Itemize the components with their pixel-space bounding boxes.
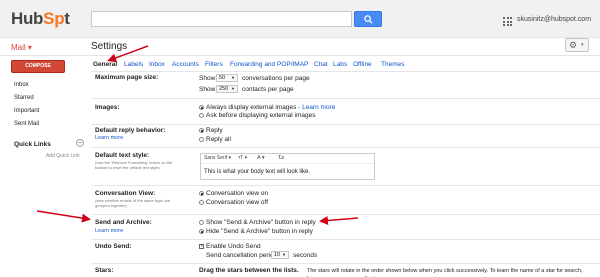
reply-label: Reply [206,127,223,134]
stars-description: The stars will rotate in the order shown… [307,268,583,277]
show-send-archive-radio[interactable] [199,220,204,225]
show-label: Show [199,75,216,82]
search-button[interactable] [354,11,382,27]
tab-general[interactable]: General [93,61,117,68]
search-icon [364,15,373,24]
conversation-view-off-radio[interactable] [199,200,204,205]
sidebar-item-important[interactable]: Important [14,108,39,114]
max-page-size-label: Maximum page size: [95,74,159,81]
stars-instructions: Drag the stars between the lists. [199,267,299,274]
row-divider [91,263,600,264]
add-quick-link[interactable]: Add Quick Link [46,153,80,159]
arrow-to-show-send-archive-option [319,216,359,225]
text-color-icon[interactable]: A ▾ [257,155,265,161]
top-bar: HubSpt skusinitz@hubspot.com [0,0,600,38]
tab-accounts[interactable]: Accounts [172,61,199,68]
tab-labs[interactable]: Labs [333,61,347,68]
account-email[interactable]: skusinitz@hubspot.com [517,16,591,23]
remove-formatting-icon[interactable]: T̶x [278,155,284,161]
tab-forwarding[interactable]: Forwarding and POP/IMAP [230,61,308,68]
conversations-per-page-text: conversations per page [242,75,310,82]
always-display-images-radio[interactable] [199,105,204,110]
seconds-label: seconds [293,252,318,259]
row-divider [91,71,600,72]
undo-send-label: Undo Send: [95,243,132,250]
sidebar-item-inbox[interactable]: Inbox [14,82,29,88]
sidebar-item-starred[interactable]: Starred [14,95,34,101]
conversation-view-label: Conversation View: [95,190,156,197]
text-style-label: Default text style: [95,152,150,159]
row-divider [91,98,600,99]
always-display-images-label: Always display external images - Learn m… [206,104,336,111]
tab-chat[interactable]: Chat [314,61,328,68]
editor-toolbar: Sans Serif ▾ тT ▾ A ▾ T̶x [201,154,374,164]
quick-links-label: Quick Links [14,141,51,148]
conversation-view-on-radio[interactable] [199,191,204,196]
reply-behavior-label: Default reply behavior: [95,127,166,134]
tab-themes[interactable]: Themes [381,61,404,68]
header-divider [0,55,600,56]
settings-gear-button[interactable]: ⚙ ▾ [565,38,589,52]
enable-undo-send-checkbox[interactable] [199,243,204,249]
compose-button[interactable]: COMPOSE [11,60,65,73]
editor-preview-text: This is what your body text will look li… [204,169,311,175]
conversation-view-note: (sets whether emails of the same topic a… [95,198,171,208]
hubspot-logo[interactable]: HubSpt [11,9,70,29]
search-input[interactable] [91,11,352,27]
row-divider [91,239,600,240]
mail-dropdown[interactable]: Mail ▾ [11,43,32,52]
enable-undo-send-label: Enable Undo Send [206,243,261,250]
reply-all-label: Reply all [206,136,231,143]
row-divider [91,147,600,148]
contacts-per-page-text: contacts per page [242,86,294,93]
apps-grid-icon[interactable] [503,17,512,26]
tab-offline[interactable]: Offline [353,61,372,68]
sidebar-item-sent-mail[interactable]: Sent Mail [14,121,39,127]
quick-links-collapse-button[interactable]: – [76,139,84,147]
page-title: Settings [91,41,128,52]
font-size-icon[interactable]: тT ▾ [238,155,247,161]
conversation-view-off-label: Conversation view off [206,199,269,206]
stars-label: Stars: [95,267,114,274]
text-style-note: (Use the 'Remove Formatting' button on t… [95,160,173,170]
cancellation-period-select[interactable]: 10 ▼ [271,251,289,259]
reply-all-radio[interactable] [199,137,204,142]
tab-inbox[interactable]: Inbox [149,61,165,68]
show-label: Show [199,86,216,93]
show-send-archive-label: Show "Send & Archive" button in reply [206,219,316,226]
images-learn-more-link[interactable]: - Learn more [298,104,335,111]
row-divider [91,124,600,125]
gear-icon: ⚙ [569,40,578,50]
hide-send-archive-label: Hide "Send & Archive" button in reply [206,228,313,235]
contacts-per-page-select[interactable]: 250 ▼ [216,85,238,93]
send-archive-label: Send and Archive: [95,219,152,226]
reply-learn-more-link[interactable]: Learn more [95,135,123,141]
arrow-to-send-archive-label [36,210,91,223]
tab-labels[interactable]: Labels [124,61,143,68]
hide-send-archive-radio[interactable] [199,229,204,234]
font-family-select[interactable]: Sans Serif ▾ [204,155,231,161]
cancellation-period-label: Send cancellation period: [206,252,279,259]
annotation-arrows [36,45,359,225]
reply-radio[interactable] [199,128,204,133]
tab-filters[interactable]: Filters [205,61,223,68]
ask-before-images-label: Ask before displaying external images [206,112,316,119]
row-divider [91,185,600,186]
row-divider [91,214,600,215]
conversation-view-on-label: Conversation view on [206,190,269,197]
images-label: Images: [95,104,120,111]
ask-before-images-radio[interactable] [199,113,204,118]
conversations-per-page-select[interactable]: 50 ▼ [216,74,238,82]
chevron-down-icon: ▾ [581,42,584,48]
send-archive-learn-more-link[interactable]: Learn more [95,228,123,234]
text-style-editor[interactable]: Sans Serif ▾ тT ▾ A ▾ T̶x This is what y… [200,153,375,180]
